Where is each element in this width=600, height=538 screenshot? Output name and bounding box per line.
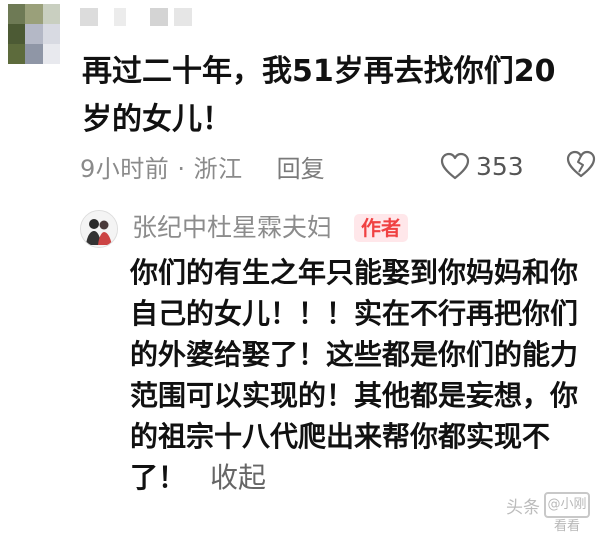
dislike-button[interactable] — [566, 150, 596, 184]
like-button[interactable]: 353 — [440, 146, 524, 186]
comment-time-location: 9小时前 · 浙江 — [80, 154, 243, 183]
comment-text: 再过二十年，我51岁再去找你们20岁的女儿！ — [82, 54, 556, 137]
like-count: 353 — [476, 151, 524, 181]
author-name[interactable]: 张纪中杜星霖夫妇 — [132, 210, 332, 246]
author-avatar[interactable] — [80, 210, 118, 248]
commenter-name-pixelated[interactable] — [80, 8, 192, 26]
comment-meta-row: 9小时前 · 浙江 回复 353 — [80, 146, 596, 186]
broken-heart-icon — [566, 150, 596, 178]
author-badge: 作者 — [354, 214, 408, 242]
watermark-prefix: 头条 — [506, 497, 540, 518]
collapse-button[interactable]: 收起 — [210, 461, 266, 494]
author-avatar-image — [81, 211, 117, 247]
heart-outline-icon — [440, 152, 470, 180]
author-reply-text: 你们的有生之年只能娶到你妈妈和你自己的女儿！！！实在不行再把你们的外婆给娶了！这… — [130, 252, 596, 498]
watermark: 头条 @小刚看看 — [506, 492, 590, 534]
author-reply-body: 你们的有生之年只能娶到你妈妈和你自己的女儿！！！实在不行再把你们的外婆给娶了！这… — [130, 256, 579, 494]
commenter-avatar-pixelated[interactable] — [8, 4, 60, 64]
watermark-handle: @小刚看看 — [544, 492, 590, 534]
reply-button[interactable]: 回复 — [277, 149, 325, 184]
